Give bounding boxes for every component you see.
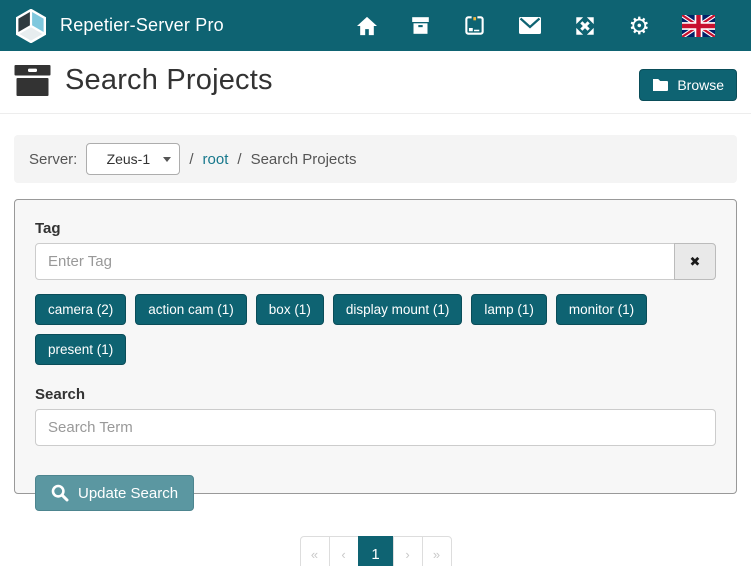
browse-button[interactable]: Browse xyxy=(639,69,737,101)
tag-button-box[interactable]: box (1) xyxy=(256,294,324,325)
tag-label: Tag xyxy=(35,220,716,237)
breadcrumb-current: Search Projects xyxy=(251,151,357,168)
breadcrumb-separator: / xyxy=(237,151,241,168)
language-flag-uk-icon[interactable] xyxy=(682,15,715,37)
search-icon xyxy=(51,484,69,502)
pagination-previous[interactable]: ‹ xyxy=(329,536,359,566)
tag-button-display-mount[interactable]: display mount (1) xyxy=(333,294,463,325)
top-navbar: Repetier-Server Pro xyxy=(0,0,751,51)
expand-icon[interactable] xyxy=(574,15,596,37)
server-select-wrap: Zeus-1 xyxy=(86,143,180,175)
search-label: Search xyxy=(35,386,716,403)
breadcrumb-root-link[interactable]: root xyxy=(203,151,229,168)
page-title: Search Projects xyxy=(65,64,273,97)
page-header: Search Projects Browse xyxy=(0,51,751,114)
brand-title: Repetier-Server Pro xyxy=(60,15,224,36)
server-label: Server: xyxy=(29,151,77,168)
pagination: « ‹ 1 › » xyxy=(300,536,452,566)
projects-icon[interactable] xyxy=(410,15,431,36)
printer-icon[interactable] xyxy=(463,14,486,37)
clear-tag-button[interactable]: ✖ xyxy=(674,243,716,280)
update-search-button[interactable]: Update Search xyxy=(35,475,194,511)
browse-button-label: Browse xyxy=(677,77,724,93)
breadcrumb: Server: Zeus-1 / root / Search Projects xyxy=(14,135,737,183)
tag-button-monitor[interactable]: monitor (1) xyxy=(556,294,647,325)
breadcrumb-separator: / xyxy=(189,151,193,168)
update-search-label: Update Search xyxy=(78,485,178,502)
settings-icon[interactable]: ⚙ xyxy=(628,14,650,38)
folder-icon xyxy=(652,78,669,92)
search-panel: Tag ✖ camera (2) action cam (1) box (1) … xyxy=(14,199,737,494)
tag-button-action-cam[interactable]: action cam (1) xyxy=(135,294,247,325)
tag-button-lamp[interactable]: lamp (1) xyxy=(471,294,547,325)
brand[interactable]: Repetier-Server Pro xyxy=(14,9,224,43)
tag-input-group: ✖ xyxy=(35,243,716,280)
title-wrap: Search Projects xyxy=(14,64,273,97)
tag-button-present[interactable]: present (1) xyxy=(35,334,126,365)
close-icon: ✖ xyxy=(690,254,701,270)
tag-input[interactable] xyxy=(35,243,675,280)
archive-box-icon xyxy=(14,65,51,96)
pagination-first[interactable]: « xyxy=(300,536,330,566)
search-term-input[interactable] xyxy=(35,409,716,446)
pagination-wrap: « ‹ 1 › » xyxy=(0,536,751,566)
gear-glyph: ⚙ xyxy=(628,14,650,38)
tag-button-camera[interactable]: camera (2) xyxy=(35,294,126,325)
pagination-next[interactable]: › xyxy=(393,536,423,566)
pagination-page-1[interactable]: 1 xyxy=(358,536,394,566)
tag-list: camera (2) action cam (1) box (1) displa… xyxy=(35,294,716,365)
navbar-menu: ⚙ xyxy=(356,14,737,38)
messages-icon[interactable] xyxy=(518,16,542,35)
pagination-last[interactable]: » xyxy=(422,536,452,566)
repetier-logo-icon xyxy=(14,9,48,43)
home-icon[interactable] xyxy=(356,16,378,36)
server-select[interactable]: Zeus-1 xyxy=(86,143,180,175)
